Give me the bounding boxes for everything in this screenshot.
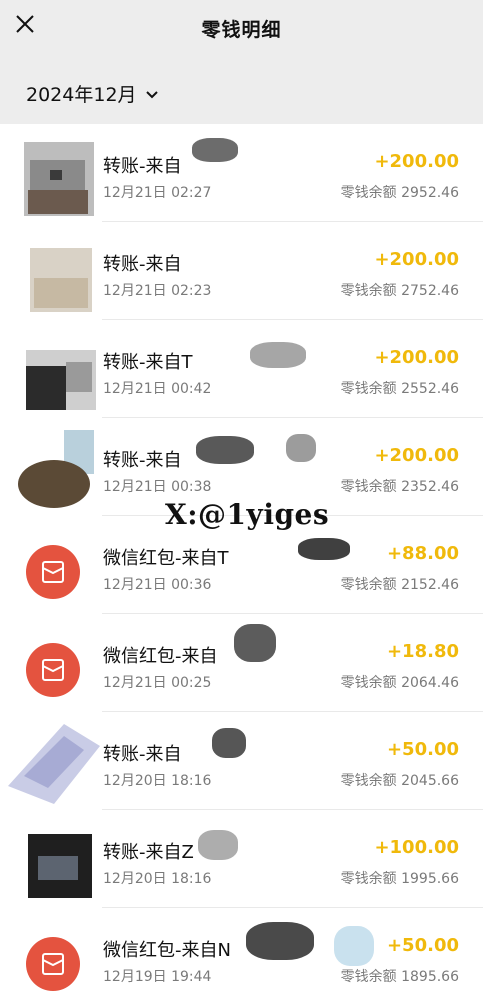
transaction-row[interactable]: 转账-来自 12月21日 02:23 +200.00 零钱余额 2752.46 bbox=[0, 222, 483, 320]
transaction-title: 微信红包-来自N bbox=[103, 940, 231, 961]
transaction-title: 微信红包-来自T bbox=[103, 548, 229, 569]
transaction-time: 12月21日 00:42 bbox=[103, 381, 212, 397]
transaction-amount: +100.00 bbox=[374, 837, 459, 858]
transaction-title: 转账-来自 bbox=[103, 450, 182, 471]
transaction-time: 12月21日 02:23 bbox=[103, 283, 212, 299]
avatar bbox=[4, 716, 100, 806]
transaction-balance: 零钱余额 2352.46 bbox=[340, 479, 459, 495]
month-label: 2024年12月 bbox=[26, 84, 137, 106]
transaction-balance: 零钱余额 2752.46 bbox=[340, 283, 459, 299]
transaction-balance: 零钱余额 2152.46 bbox=[340, 577, 459, 593]
redaction-mark bbox=[250, 342, 306, 368]
transaction-balance: 零钱余额 1895.66 bbox=[340, 969, 459, 985]
red-packet-icon bbox=[26, 937, 80, 991]
transaction-title: 微信红包-来自 bbox=[103, 646, 218, 667]
transaction-amount: +200.00 bbox=[374, 445, 459, 466]
transaction-amount: +50.00 bbox=[386, 935, 459, 956]
transaction-time: 12月19日 19:44 bbox=[103, 969, 212, 985]
transaction-time: 12月20日 18:16 bbox=[103, 773, 212, 789]
redaction-mark bbox=[286, 434, 316, 462]
transaction-row[interactable]: 转账-来自 12月21日 02:27 +200.00 零钱余额 2952.46 bbox=[0, 124, 483, 222]
transaction-time: 12月21日 02:27 bbox=[103, 185, 212, 201]
red-packet-icon bbox=[26, 643, 80, 697]
watermark: X:@1yiges bbox=[165, 498, 330, 531]
transaction-amount: +200.00 bbox=[374, 151, 459, 172]
transaction-balance: 零钱余额 2552.46 bbox=[340, 381, 459, 397]
transaction-row[interactable]: 微信红包-来自 12月21日 00:25 +18.80 零钱余额 2064.46 bbox=[0, 614, 483, 712]
transaction-title: 转账-来自 bbox=[103, 254, 182, 275]
transaction-list: 转账-来自 12月21日 02:27 +200.00 零钱余额 2952.46 … bbox=[0, 124, 483, 1006]
transaction-amount: +88.00 bbox=[386, 543, 459, 564]
avatar bbox=[14, 426, 100, 514]
redaction-mark bbox=[234, 624, 276, 662]
transaction-row[interactable]: 转账-来自T 12月21日 00:42 +200.00 零钱余额 2552.46 bbox=[0, 320, 483, 418]
redaction-mark bbox=[212, 728, 246, 758]
transaction-amount: +18.80 bbox=[386, 641, 459, 662]
avatar bbox=[20, 140, 98, 218]
month-selector[interactable]: 2024年12月 bbox=[26, 80, 159, 107]
avatar bbox=[20, 238, 98, 316]
transaction-balance: 零钱余额 2045.66 bbox=[340, 773, 459, 789]
top-bar: 零钱明细 bbox=[0, 0, 483, 54]
transaction-balance: 零钱余额 2952.46 bbox=[340, 185, 459, 201]
transaction-amount: +200.00 bbox=[374, 249, 459, 270]
transaction-time: 12月21日 00:25 bbox=[103, 675, 212, 691]
transaction-balance: 零钱余额 2064.46 bbox=[340, 675, 459, 691]
redaction-mark bbox=[192, 138, 238, 162]
redaction-mark bbox=[198, 830, 238, 860]
red-packet-icon bbox=[26, 545, 80, 599]
redaction-mark bbox=[246, 922, 314, 960]
redaction-mark bbox=[196, 436, 254, 464]
avatar bbox=[20, 336, 98, 414]
transaction-title: 转账-来自T bbox=[103, 352, 193, 373]
transaction-balance: 零钱余额 1995.66 bbox=[340, 871, 459, 887]
chevron-down-icon bbox=[145, 83, 159, 105]
transaction-row[interactable]: 转账-来自 12月20日 18:16 +50.00 零钱余额 2045.66 bbox=[0, 712, 483, 810]
transaction-title: 转账-来自 bbox=[103, 156, 182, 177]
transaction-amount: +50.00 bbox=[386, 739, 459, 760]
transaction-title: 转账-来自Z bbox=[103, 842, 194, 863]
transaction-time: 12月21日 00:38 bbox=[103, 479, 212, 495]
transaction-time: 12月20日 18:16 bbox=[103, 871, 212, 887]
redaction-mark bbox=[298, 538, 350, 560]
transaction-amount: +200.00 bbox=[374, 347, 459, 368]
page-title: 零钱明细 bbox=[201, 19, 282, 41]
transaction-row[interactable]: 微信红包-来自N 12月19日 19:44 +50.00 零钱余额 1895.6… bbox=[0, 908, 483, 1006]
transaction-time: 12月21日 00:36 bbox=[103, 577, 212, 593]
redaction-mark bbox=[334, 926, 374, 966]
avatar bbox=[20, 826, 98, 904]
transaction-row[interactable]: 转账-来自Z 12月20日 18:16 +100.00 零钱余额 1995.66 bbox=[0, 810, 483, 908]
transaction-title: 转账-来自 bbox=[103, 744, 182, 765]
